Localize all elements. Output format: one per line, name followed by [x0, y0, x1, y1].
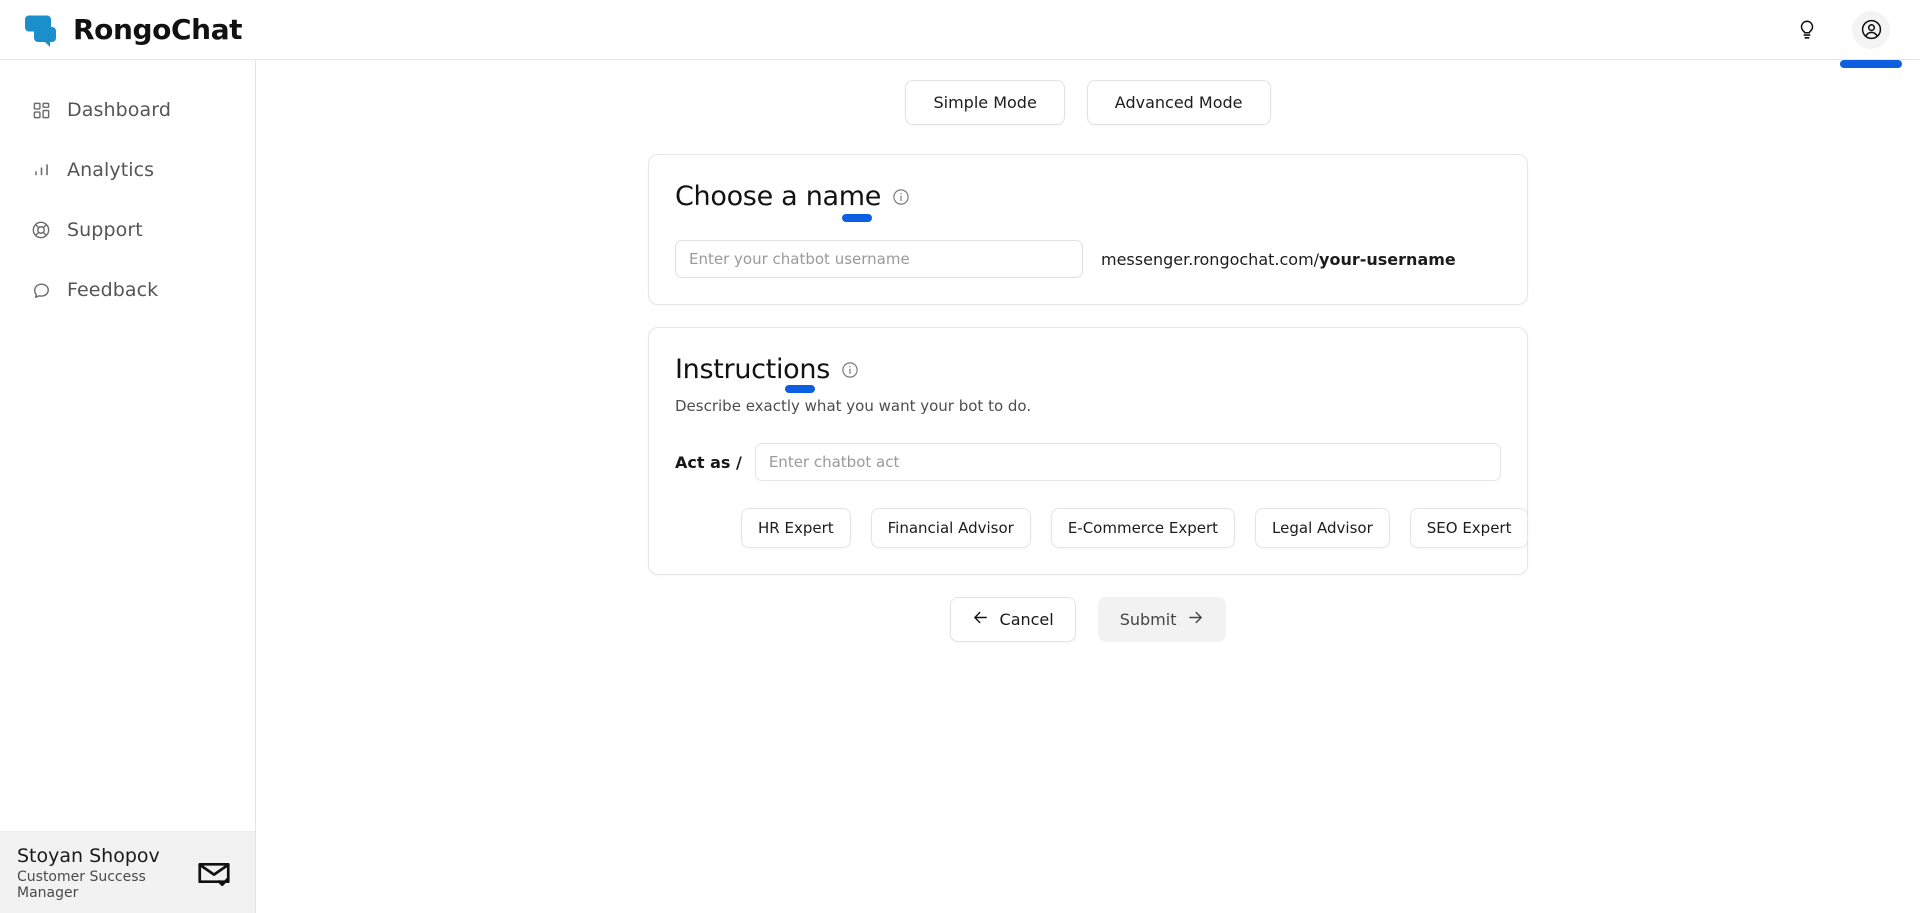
- sidebar: Dashboard Analytics Support Feedback Sto…: [0, 60, 256, 913]
- sidebar-item-label: Analytics: [67, 159, 155, 181]
- arrow-left-icon: [972, 609, 989, 630]
- envelope-check-icon[interactable]: [195, 854, 233, 892]
- tab-simple-mode[interactable]: Simple Mode: [905, 80, 1065, 125]
- bar-chart-icon: [30, 159, 52, 181]
- app-header: RongoChat: [0, 0, 1920, 68]
- cancel-button-label: Cancel: [999, 610, 1054, 629]
- info-circle-icon[interactable]: [892, 188, 910, 206]
- chatbot-username-input[interactable]: [675, 240, 1083, 278]
- title-accent-underline: [785, 385, 815, 393]
- form-actions: Cancel Submit: [648, 597, 1528, 642]
- info-circle-icon[interactable]: [841, 361, 859, 379]
- account-button-wrap: [1840, 10, 1902, 68]
- grid-icon: [30, 99, 52, 121]
- sidebar-item-label: Feedback: [67, 279, 159, 301]
- lightbulb-icon[interactable]: [1788, 11, 1826, 49]
- username-row: messenger.rongochat.com/your-username: [675, 240, 1501, 278]
- page-title: Choose a name: [675, 181, 882, 212]
- account-active-indicator: [1840, 59, 1902, 68]
- instructions-header: Instructions: [675, 354, 1501, 393]
- arrow-right-icon: [1187, 609, 1204, 630]
- sidebar-item-label: Dashboard: [67, 99, 171, 121]
- act-as-label: Act as /: [675, 452, 742, 472]
- profile-name: Stoyan Shopov: [17, 844, 160, 867]
- instructions-card: Instructions Describe exactly what you w…: [648, 327, 1529, 575]
- profile-text: Stoyan Shopov Customer Success Manager: [17, 845, 185, 901]
- sidebar-profile[interactable]: Stoyan Shopov Customer Success Manager: [0, 831, 255, 913]
- preset-chip-seo-expert[interactable]: SEO Expert: [1409, 508, 1529, 548]
- instructions-subtitle: Describe exactly what you want your bot …: [675, 397, 1032, 415]
- submit-button-label: Submit: [1119, 610, 1177, 629]
- sidebar-item-analytics[interactable]: Analytics: [0, 140, 255, 200]
- mode-switch: Simple Mode Advanced Mode: [648, 80, 1528, 125]
- url-suffix: your-username: [1319, 249, 1456, 269]
- content-column: Simple Mode Advanced Mode Choose a name: [648, 60, 1529, 642]
- app-root: RongoChat Dashboard Analytics Support Fe…: [0, 0, 1920, 913]
- sidebar-item-label: Support: [67, 219, 143, 241]
- choose-name-header: Choose a name: [675, 181, 1501, 222]
- sidebar-item-feedback[interactable]: Feedback: [0, 260, 255, 320]
- preset-chip-list: HR Expert Financial Advisor E-Commerce E…: [675, 508, 1529, 548]
- preset-chip-ecommerce-expert[interactable]: E-Commerce Expert: [1050, 508, 1236, 548]
- chat-bubbles-icon: [22, 11, 62, 49]
- sidebar-item-support[interactable]: Support: [0, 200, 255, 260]
- user-circle-icon[interactable]: [1852, 10, 1890, 49]
- instructions-title: Instructions: [675, 354, 830, 385]
- chat-bubble-icon: [30, 279, 52, 301]
- lifebuoy-icon: [30, 219, 52, 241]
- profile-role: Customer Success Manager: [17, 868, 146, 901]
- sidebar-item-dashboard[interactable]: Dashboard: [0, 80, 255, 140]
- tab-advanced-mode[interactable]: Advanced Mode: [1086, 80, 1271, 125]
- brand-name: RongoChat: [73, 13, 243, 46]
- title-accent-underline: [842, 214, 872, 222]
- header-actions: [1788, 0, 1920, 68]
- choose-name-card: Choose a name messenger.rongochat.com/yo…: [648, 154, 1528, 305]
- submit-button[interactable]: Submit: [1097, 597, 1227, 642]
- sidebar-nav: Dashboard Analytics Support Feedback: [0, 60, 255, 320]
- main-content: Simple Mode Advanced Mode Choose a name: [256, 60, 1920, 913]
- preset-chip-legal-advisor[interactable]: Legal Advisor: [1255, 508, 1390, 548]
- url-prefix: messenger.rongochat.com/: [1101, 249, 1320, 269]
- cancel-button[interactable]: Cancel: [949, 597, 1076, 642]
- preset-chip-financial-advisor[interactable]: Financial Advisor: [870, 508, 1031, 548]
- chatbot-url-preview: messenger.rongochat.com/your-username: [1101, 250, 1456, 269]
- act-as-row: Act as /: [675, 443, 1501, 481]
- chatbot-act-input[interactable]: [754, 443, 1501, 481]
- preset-chip-hr-expert[interactable]: HR Expert: [741, 508, 851, 548]
- brand[interactable]: RongoChat: [0, 0, 243, 59]
